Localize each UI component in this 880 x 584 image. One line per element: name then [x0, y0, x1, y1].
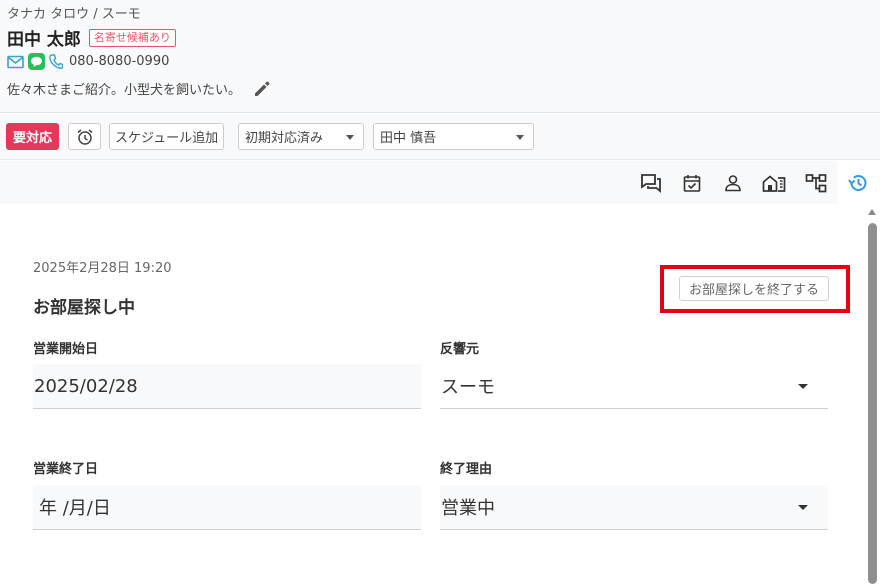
status-select-value: 初期対応済み [245, 131, 324, 146]
note-row: 佐々木さまご紹介。小型犬を飼いたい。 [7, 79, 271, 98]
end-reason-value: 営業中 [441, 498, 495, 519]
tab-profile[interactable] [722, 172, 744, 194]
chevron-down-icon [346, 135, 354, 140]
status-select[interactable]: 初期対応済み [238, 123, 364, 150]
alarm-clock-icon [76, 128, 94, 146]
start-date-label: 営業開始日 [33, 342, 99, 357]
scroll-up-arrow-icon[interactable] [868, 209, 876, 215]
end-search-button[interactable]: お部屋探しを終了する [679, 276, 829, 301]
end-date-value: 年 /月/日 [39, 498, 111, 519]
source-select[interactable]: スーモ [440, 364, 828, 409]
contact-row: 080-8080-0990 [7, 53, 169, 70]
calendar-check-icon [682, 173, 702, 193]
hierarchy-icon [805, 173, 827, 193]
customer-name: 田中 太郎 [7, 30, 81, 50]
urgent-button[interactable]: 要対応 [6, 123, 59, 150]
source-label: 反響元 [440, 342, 480, 357]
customer-header: タナカ タロウ / スーモ 田中 太郎 名寄せ候補あり 080-8080-099… [0, 0, 880, 113]
pencil-icon[interactable] [253, 80, 271, 98]
tab-properties[interactable] [762, 172, 786, 194]
start-date-input[interactable]: 2025/02/28 [33, 364, 421, 409]
alarm-button[interactable] [68, 123, 101, 150]
tab-chat[interactable] [640, 172, 662, 194]
chevron-down-icon [516, 135, 524, 140]
entry-date: 2025年2月28日 19:20 [33, 261, 172, 276]
line-icon[interactable] [28, 53, 45, 70]
end-reason-select[interactable]: 営業中 [440, 485, 828, 530]
mail-icon[interactable] [7, 55, 24, 69]
history-icon [847, 172, 869, 194]
tab-history[interactable] [847, 172, 869, 194]
add-schedule-button[interactable]: スケジュール追加 [109, 123, 225, 150]
building-icon [762, 173, 786, 193]
scrollbar-thumb[interactable] [868, 223, 877, 584]
phone-icon[interactable] [49, 54, 63, 69]
side-tab-bar [0, 161, 880, 204]
source-value: スーモ [441, 377, 495, 398]
person-icon [723, 173, 743, 193]
customer-note: 佐々木さまご紹介。小型犬を飼いたい。 [7, 83, 242, 98]
customer-kana: タナカ タロウ / スーモ [7, 7, 141, 22]
phone-number[interactable]: 080-8080-0990 [69, 54, 169, 69]
end-date-input[interactable]: 年 /月/日 [33, 485, 421, 530]
action-toolbar: 要対応 スケジュール追加 初期対応済み 田中 慎吾 [0, 114, 880, 160]
caret-down-icon [798, 505, 808, 510]
tab-tasks[interactable] [681, 172, 703, 194]
merge-candidate-badge[interactable]: 名寄せ候補あり [88, 28, 176, 47]
end-reason-label: 終了理由 [440, 462, 493, 477]
staff-select[interactable]: 田中 慎吾 [373, 123, 534, 150]
caret-down-icon [798, 384, 808, 389]
tab-relations[interactable] [805, 172, 827, 194]
chat-icon [640, 173, 662, 193]
staff-select-value: 田中 慎吾 [380, 131, 437, 146]
section-title: お部屋探し中 [33, 298, 135, 318]
customer-name-row: 田中 太郎 名寄せ候補あり [7, 25, 176, 50]
end-date-label: 営業終了日 [33, 462, 99, 477]
start-date-value: 2025/02/28 [34, 375, 138, 397]
